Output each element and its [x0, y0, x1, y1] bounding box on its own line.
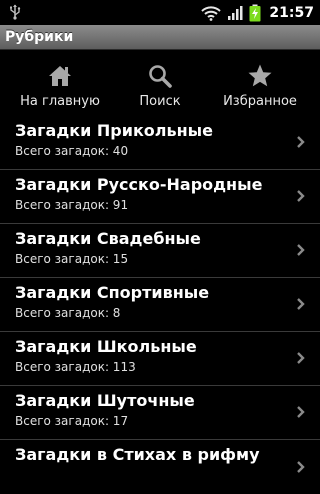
chevron-right-icon	[297, 352, 305, 364]
list-item[interactable]: Загадки Школьные Всего загадок: 113	[0, 332, 320, 386]
list-item[interactable]: Загадки Шуточные Всего загадок: 17	[0, 386, 320, 440]
list-item-title: Загадки Русско-Народные	[15, 175, 263, 194]
status-time: 21:57	[269, 4, 314, 21]
nav-search-label: Поиск	[139, 94, 181, 109]
usb-icon	[10, 4, 21, 20]
chevron-right-icon	[297, 190, 305, 202]
list-item-title: Загадки в Стихах в рифму	[15, 445, 260, 464]
list-item-title: Загадки Шуточные	[15, 391, 195, 410]
status-bar: 21:57	[0, 0, 320, 25]
list-item-title: Загадки Прикольные	[15, 121, 213, 140]
list-item-title: Загадки Спортивные	[15, 283, 210, 302]
nav-home-label: На главную	[20, 94, 100, 109]
nav-home-button[interactable]: На главную	[0, 50, 120, 116]
list-item-count: Всего загадок: 113	[15, 360, 136, 374]
list-item-title: Загадки Школьные	[15, 337, 197, 356]
title-bar: Рубрики	[0, 25, 320, 50]
list-item[interactable]: Загадки Свадебные Всего загадок: 15	[0, 224, 320, 278]
list-item-count: Всего загадок: 8	[15, 306, 121, 320]
list-item[interactable]: Загадки Спортивные Всего загадок: 8	[0, 278, 320, 332]
chevron-right-icon	[297, 298, 305, 310]
search-icon	[149, 65, 172, 88]
list-item-count: Всего загадок: 40	[15, 144, 129, 158]
home-icon	[49, 66, 71, 86]
chevron-right-icon	[297, 461, 305, 473]
battery-charging-icon	[249, 4, 261, 21]
wifi-icon	[201, 5, 222, 21]
nav-bar: На главную Поиск Избранное	[0, 50, 320, 116]
nav-search-button[interactable]: Поиск	[120, 50, 200, 116]
signal-icon	[228, 5, 243, 20]
list-item-count: Всего загадок: 91	[15, 198, 129, 212]
list-item-count: Всего загадок: 15	[15, 252, 129, 266]
list-item-count: Всего загадок: 17	[15, 414, 129, 428]
category-list: Загадки Прикольные Всего загадок: 40 Заг…	[0, 116, 320, 494]
list-item[interactable]: Загадки Прикольные Всего загадок: 40	[0, 116, 320, 170]
nav-favorites-button[interactable]: Избранное	[200, 50, 320, 116]
page-title: Рубрики	[5, 29, 74, 45]
list-item[interactable]: Загадки Русско-Народные Всего загадок: 9…	[0, 170, 320, 224]
chevron-right-icon	[297, 136, 305, 148]
chevron-right-icon	[297, 244, 305, 256]
list-item[interactable]: Загадки в Стихах в рифму	[0, 440, 320, 494]
nav-favorites-label: Избранное	[223, 94, 297, 109]
star-icon	[248, 64, 272, 87]
list-item-title: Загадки Свадебные	[15, 229, 201, 248]
chevron-right-icon	[297, 406, 305, 418]
